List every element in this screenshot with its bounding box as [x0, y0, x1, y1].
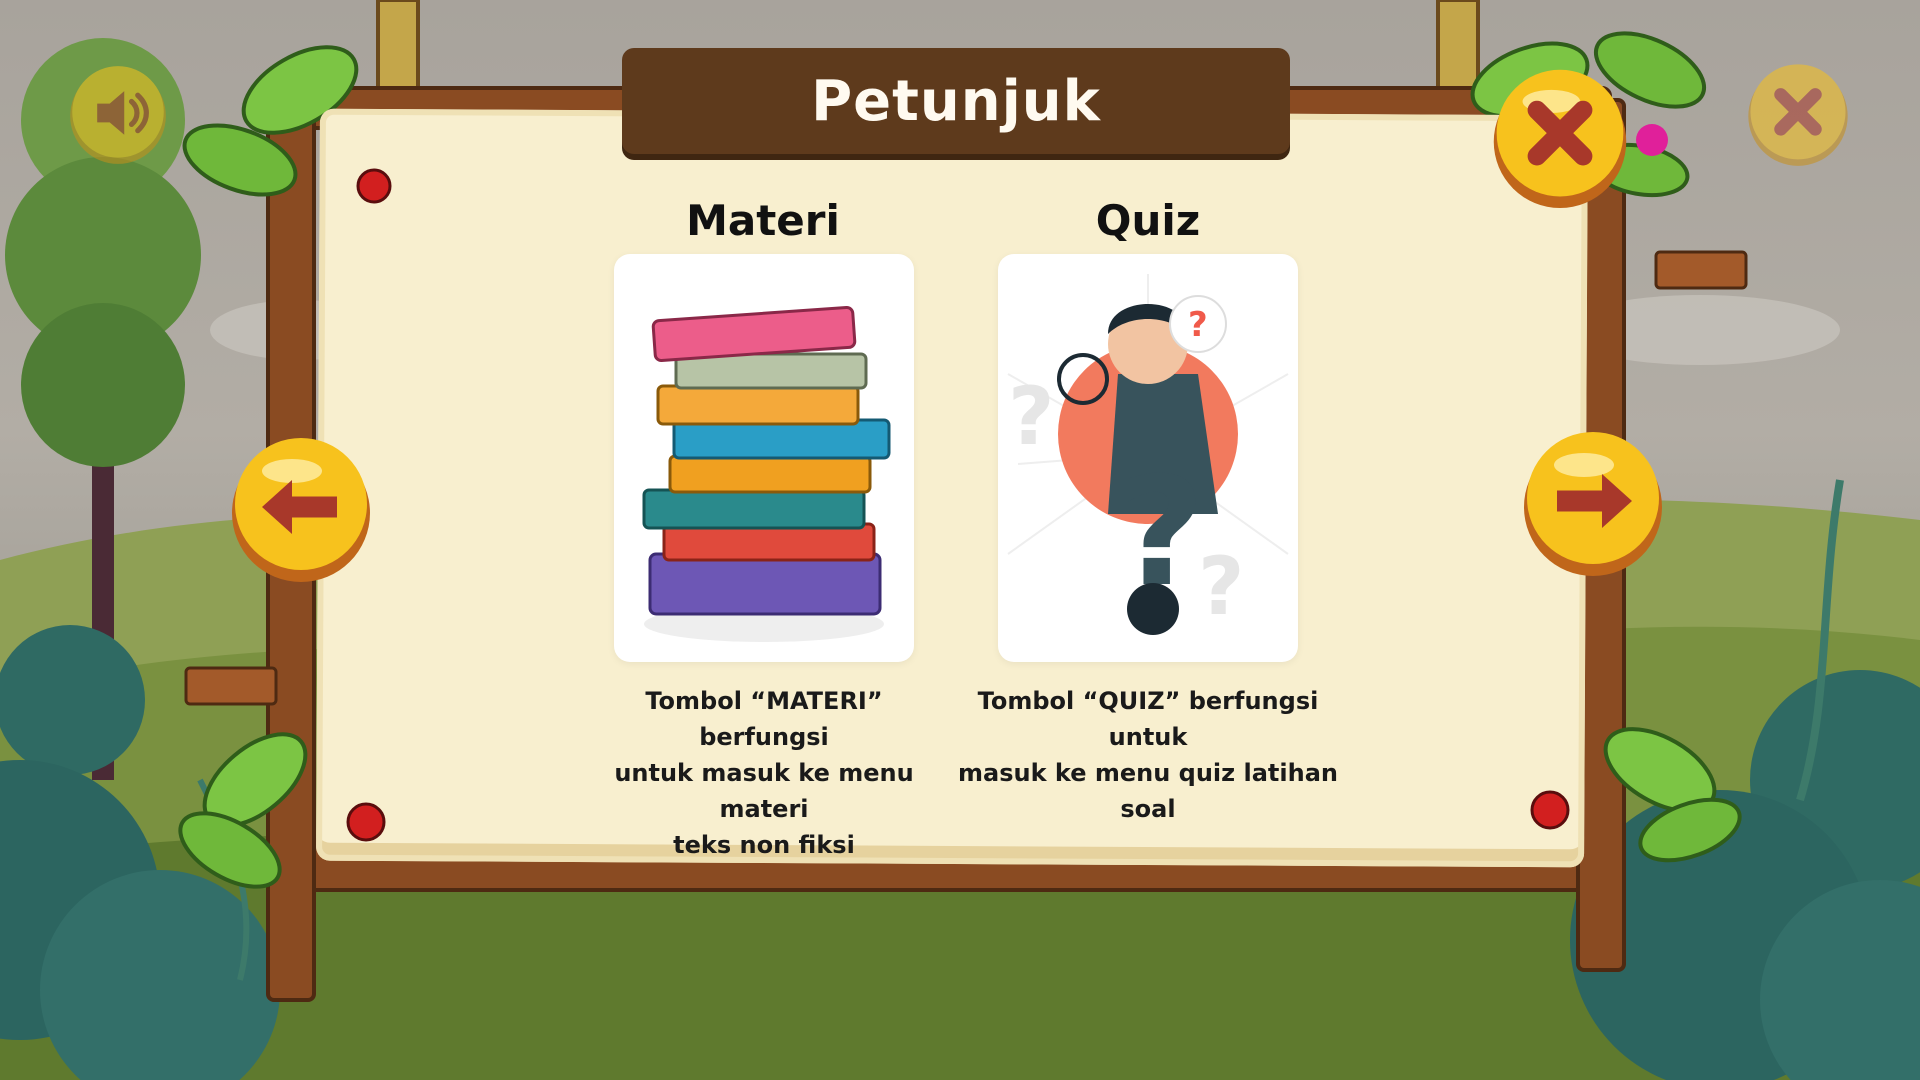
close-button[interactable]	[1488, 64, 1632, 208]
speaker-icon	[70, 66, 166, 164]
arrow-right-icon	[1524, 432, 1662, 576]
materi-description-line: teks non fiksi	[673, 831, 855, 859]
svg-text:?: ?	[1008, 370, 1054, 463]
game-scene: Petunjuk Materi Quiz ? ? ? ? Tombol “MAT…	[0, 0, 1920, 1080]
quiz-description-line: soal	[1120, 795, 1176, 823]
svg-text:?: ?	[1188, 305, 1208, 345]
close-corner-button[interactable]	[1744, 60, 1852, 168]
materi-heading: Materi	[686, 196, 840, 245]
quiz-heading: Quiz	[1095, 196, 1201, 245]
quiz-description: Tombol “QUIZ” berfungsi untuk masuk ke m…	[958, 683, 1338, 827]
sound-button[interactable]	[66, 62, 170, 166]
materi-description: Tombol “MATERI” berfungsi untuk masuk ke…	[578, 683, 950, 863]
materi-card[interactable]	[614, 254, 914, 662]
quiz-card[interactable]: ? ? ? ?	[998, 254, 1298, 662]
quiz-description-line: Tombol “QUIZ” berfungsi untuk	[977, 687, 1319, 751]
page-title: Petunjuk	[811, 68, 1101, 134]
next-button[interactable]	[1518, 426, 1668, 576]
quiz-description-line: masuk ke menu quiz latihan	[958, 759, 1338, 787]
arrow-left-icon	[232, 438, 370, 582]
close-icon	[1748, 64, 1848, 166]
materi-description-line: untuk masuk ke menu materi	[614, 759, 914, 823]
title-bar: Petunjuk	[622, 48, 1290, 154]
close-icon	[1493, 69, 1627, 208]
materi-description-line: Tombol “MATERI” berfungsi	[645, 687, 883, 751]
thinking-man-question-illustration: ? ? ? ?	[1007, 274, 1289, 635]
previous-button[interactable]	[226, 432, 376, 582]
book-stack-illustration	[642, 305, 891, 642]
